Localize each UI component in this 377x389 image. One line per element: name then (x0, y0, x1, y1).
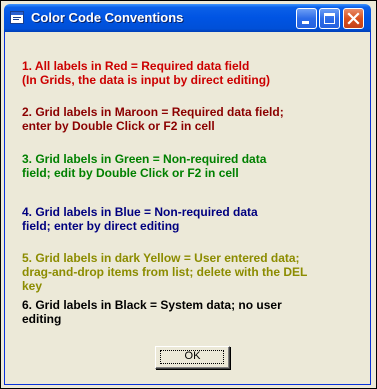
window-title: Color Code Conventions (31, 10, 184, 25)
convention-1-text: 1. All labels in Red = Required data fie… (22, 59, 271, 87)
close-icon (347, 12, 360, 25)
focus-rectangle (160, 350, 224, 364)
app-window-icon (10, 11, 24, 24)
maximize-icon (324, 13, 335, 24)
minimize-icon (302, 21, 309, 24)
close-button[interactable] (343, 8, 364, 29)
convention-4-text: 4. Grid labels in Blue = Non-required da… (22, 205, 258, 233)
dialog-body: 1. All labels in Red = Required data fie… (4, 32, 371, 385)
dialog-window: Color Code Conventions 1. All labels in … (0, 0, 377, 389)
ok-button[interactable]: OK (155, 346, 230, 369)
convention-2-text: 2. Grid labels in Maroon = Required data… (22, 105, 284, 133)
maximize-button[interactable] (319, 8, 340, 29)
convention-5-text: 5. Grid labels in dark Yellow = User ent… (22, 251, 308, 293)
convention-3-text: 3. Grid labels in Green = Non-required d… (22, 152, 267, 180)
convention-6-text: 6. Grid labels in Black = System data; n… (22, 298, 282, 326)
minimize-button[interactable] (296, 8, 317, 29)
title-bar[interactable]: Color Code Conventions (4, 4, 371, 32)
